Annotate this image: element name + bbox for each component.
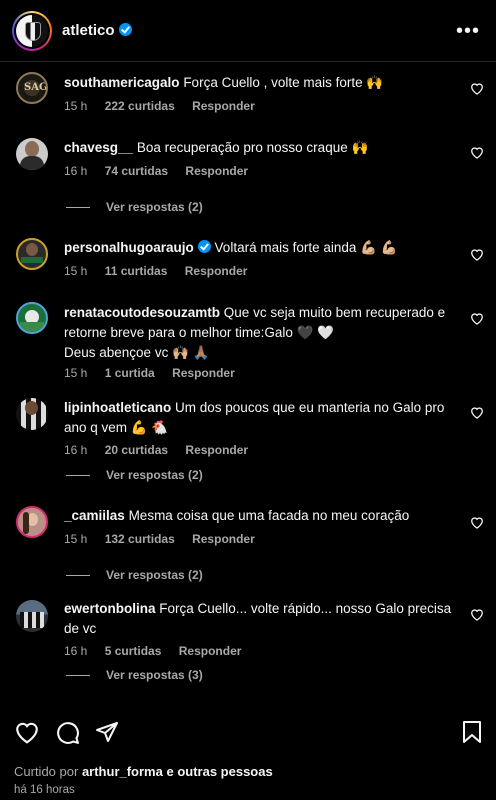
view-replies-label[interactable]: Ver respostas (3) xyxy=(106,668,203,682)
reply-button[interactable]: Responder xyxy=(172,366,235,380)
like-heart-icon[interactable] xyxy=(470,608,484,621)
commenter-avatar[interactable]: SAG xyxy=(16,72,48,104)
comment-time: 15 h xyxy=(64,99,88,113)
profile-avatar[interactable] xyxy=(12,11,52,51)
bookmark-icon[interactable] xyxy=(462,720,482,744)
reply-button[interactable]: Responder xyxy=(192,532,255,546)
comment-meta: 15 h 1 curtida Responder xyxy=(64,366,249,380)
like-heart-icon[interactable] xyxy=(14,720,40,744)
view-replies-label[interactable]: Ver respostas (2) xyxy=(106,200,203,214)
view-replies-label[interactable]: Ver respostas (2) xyxy=(106,468,203,482)
comment-text: Voltará mais forte ainda 💪🏼 💪🏼 xyxy=(214,240,398,255)
comment-meta: 15 h 222 curtidas Responder xyxy=(64,99,269,113)
comment-time: 16 h xyxy=(64,443,88,457)
comment-time: 16 h xyxy=(64,164,88,178)
commenter-avatar[interactable] xyxy=(16,506,48,538)
like-heart-icon[interactable] xyxy=(470,312,484,325)
comment-likes[interactable]: 20 curtidas xyxy=(105,443,168,457)
comment-username[interactable]: southamericagalo xyxy=(64,75,180,90)
comment-username[interactable]: ewertonbolina xyxy=(64,601,156,616)
comment-body: chavesg__ Boa recuperação pro nosso craq… xyxy=(64,138,459,158)
liked-by-user[interactable]: arthur_forma xyxy=(82,764,163,779)
replies-divider xyxy=(66,207,90,209)
comment-time: 15 h xyxy=(64,264,88,278)
reply-button[interactable]: Responder xyxy=(185,164,248,178)
comment-username[interactable]: renatacoutodesouzamtb xyxy=(64,305,220,320)
comment-username[interactable]: chavesg__ xyxy=(64,140,133,155)
view-replies-label[interactable]: Ver respostas (2) xyxy=(106,568,203,582)
comment-likes[interactable]: 132 curtidas xyxy=(105,532,175,546)
verified-icon xyxy=(197,240,211,253)
comment-likes[interactable]: 222 curtidas xyxy=(105,99,175,113)
reply-button[interactable]: Responder xyxy=(185,264,248,278)
comment-body: southamericagalo Força Cuello , volte ma… xyxy=(64,73,459,93)
reply-button[interactable]: Responder xyxy=(185,443,248,457)
like-heart-icon[interactable] xyxy=(470,406,484,419)
like-heart-icon[interactable] xyxy=(470,146,484,159)
comment-meta: 16 h 5 curtidas Responder xyxy=(64,644,255,658)
comment-meta: 16 h 74 curtidas Responder xyxy=(64,164,262,178)
comment-icon[interactable] xyxy=(55,720,80,745)
comment-username[interactable]: lipinhoatleticano xyxy=(64,400,171,415)
replies-divider xyxy=(66,575,90,577)
like-heart-icon[interactable] xyxy=(470,516,484,529)
reply-button[interactable]: Responder xyxy=(179,644,242,658)
share-icon[interactable] xyxy=(95,720,119,744)
commenter-avatar[interactable] xyxy=(16,398,48,430)
commenter-avatar[interactable] xyxy=(16,302,48,334)
post-author-username[interactable]: atletico xyxy=(62,22,115,39)
comment-likes[interactable]: 1 curtida xyxy=(105,366,155,380)
comment-text: Boa recuperação pro nosso craque 🙌 xyxy=(136,140,369,155)
replies-divider xyxy=(66,675,90,677)
post-action-bar xyxy=(0,718,496,754)
comment-body: renatacoutodesouzamtb Que vc seja muito … xyxy=(64,303,459,363)
comment-text-line2: Deus abençoe vc 🙌🏼 🙏🏽 xyxy=(64,345,210,360)
comment-username[interactable]: personalhugoaraujo xyxy=(64,240,194,255)
verified-icon xyxy=(118,23,132,36)
post-timestamp: há 16 horas xyxy=(14,784,75,796)
view-replies-button[interactable]: Ver respostas (2) xyxy=(66,568,203,582)
comment-likes[interactable]: 5 curtidas xyxy=(105,644,162,658)
replies-divider xyxy=(66,475,90,477)
post-author[interactable]: atletico xyxy=(62,22,132,39)
post-header: atletico ••• xyxy=(0,0,496,62)
comment-meta: 15 h 132 curtidas Responder xyxy=(64,532,269,546)
like-heart-icon[interactable] xyxy=(470,82,484,95)
comment-body: lipinhoatleticano Um dos poucos que eu m… xyxy=(64,398,459,438)
liked-by: Curtido por arthur_forma e outras pessoa… xyxy=(14,764,273,779)
view-replies-button[interactable]: Ver respostas (2) xyxy=(66,468,203,482)
view-replies-button[interactable]: Ver respostas (2) xyxy=(66,200,203,214)
comment-likes[interactable]: 11 curtidas xyxy=(105,264,168,278)
comment-meta: 15 h 11 curtidas Responder xyxy=(64,264,261,278)
reply-button[interactable]: Responder xyxy=(192,99,255,113)
commenter-avatar[interactable] xyxy=(16,238,48,270)
liked-by-prefix: Curtido por xyxy=(14,764,79,779)
more-options-icon[interactable]: ••• xyxy=(456,20,480,43)
comment-body: _camiilas Mesma coisa que uma facada no … xyxy=(64,506,459,526)
comment-time: 16 h xyxy=(64,644,88,658)
like-heart-icon[interactable] xyxy=(470,248,484,261)
comment-username[interactable]: _camiilas xyxy=(64,508,125,523)
commenter-avatar[interactable] xyxy=(16,600,48,632)
comment-time: 15 h xyxy=(64,532,88,546)
comment-text: Mesma coisa que uma facada no meu coraçã… xyxy=(128,508,410,523)
comment-body: personalhugoaraujo Voltará mais forte ai… xyxy=(64,238,459,258)
comment-meta: 16 h 20 curtidas Responder xyxy=(64,443,262,457)
comment-likes[interactable]: 74 curtidas xyxy=(105,164,168,178)
comment-body: ewertonbolina Força Cuello... volte rápi… xyxy=(64,599,459,639)
liked-by-suffix[interactable]: e outras pessoas xyxy=(166,764,272,779)
club-crest-icon xyxy=(16,15,48,47)
view-replies-button[interactable]: Ver respostas (3) xyxy=(66,668,203,682)
comment-text: Força Cuello , volte mais forte 🙌 xyxy=(183,75,384,90)
commenter-avatar[interactable] xyxy=(16,138,48,170)
comment-time: 15 h xyxy=(64,366,88,380)
